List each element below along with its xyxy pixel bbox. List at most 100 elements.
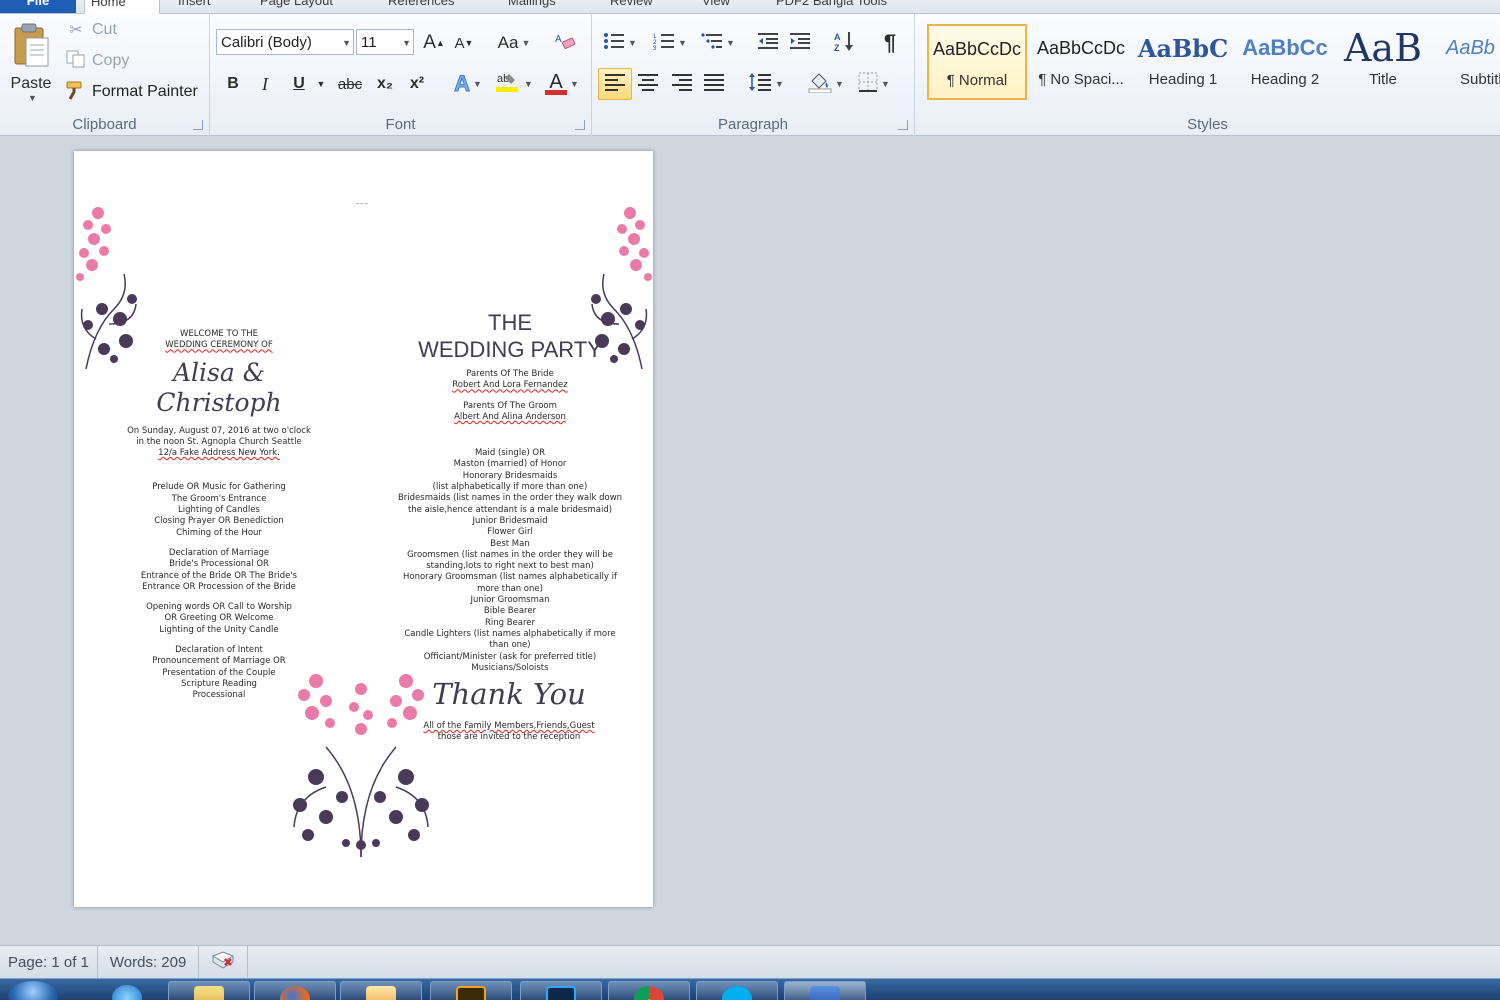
parents-line: Parents Of The Groom — [463, 400, 557, 411]
styles-group-label: Styles — [1187, 116, 1228, 133]
numbering-button[interactable]: 123 ▼ — [648, 29, 692, 57]
sort-button[interactable]: AZ — [830, 29, 858, 57]
align-left-icon — [604, 73, 626, 96]
multilevel-list-button[interactable]: ▼ — [698, 29, 738, 57]
subscript-button[interactable]: x₂ — [370, 70, 400, 98]
start-orb-icon[interactable] — [8, 981, 58, 1000]
increase-indent-button[interactable] — [786, 29, 814, 57]
tab-mailings[interactable]: Mailings — [502, 0, 582, 13]
tab-file[interactable]: File — [0, 0, 76, 13]
event-date-line-2: in the noon St. Agnopla Church Seattle — [136, 436, 302, 447]
bold-button[interactable]: B — [220, 70, 246, 98]
line-spacing-button[interactable]: ▼ — [746, 70, 786, 98]
program-item: Scripture Reading — [181, 678, 257, 689]
program-item: Declaration of Intent — [175, 645, 263, 656]
paste-button[interactable]: Paste ▼ — [6, 18, 56, 106]
taskbar-firefox[interactable] — [254, 981, 336, 1000]
eraser-icon: A — [554, 31, 576, 56]
parents-line: Robert And Lora Fernandez — [452, 380, 568, 391]
paragraph-group: ▼ 123 ▼ ▼ AZ ¶ ▼ ▼ ▼ Paragraph — [592, 14, 915, 136]
style-no-spacing[interactable]: AaBbCcDc ¶ No Spaci... — [1031, 24, 1131, 100]
tab-page-layout[interactable]: Page Layout — [254, 0, 358, 13]
taskbar-skype[interactable] — [696, 981, 778, 1000]
taskbar-chrome[interactable] — [608, 981, 690, 1000]
style-title-label: Title — [1369, 71, 1397, 88]
font-name-combo[interactable]: Calibri (Body) ▼ — [216, 29, 354, 55]
program-item: Entrance OR Procession of the Bride — [142, 581, 296, 592]
decrease-indent-button[interactable] — [754, 29, 782, 57]
text-effects-button[interactable]: A ▼ — [448, 70, 488, 98]
photoshop-icon — [546, 986, 576, 1000]
align-right-button[interactable] — [668, 70, 696, 98]
text-effects-icon: A — [454, 71, 471, 97]
justify-button[interactable] — [700, 70, 728, 98]
multilevel-list-icon — [701, 32, 723, 55]
document-page[interactable]: WELCOME TO THE WEDDING CEREMONY OF Alisa… — [74, 151, 653, 907]
clear-formatting-button[interactable]: A — [550, 29, 580, 57]
tab-pdf2-bangla-tools[interactable]: PDF2 Bangla Tools — [770, 0, 920, 13]
wedding-party-title-line-2: WEDDING PARTY — [418, 337, 602, 362]
style-heading-1[interactable]: AaBbC Heading 1 — [1133, 24, 1233, 100]
cut-button[interactable]: ✂ Cut — [64, 18, 117, 42]
copy-button[interactable]: Copy — [64, 49, 129, 73]
thank-you-section: Thank You All of the Family Members,Frie… — [404, 677, 614, 744]
font-size-combo[interactable]: 11 ▼ — [356, 29, 414, 55]
underline-dropdown[interactable]: ▼ — [314, 70, 328, 98]
strikethrough-button[interactable]: abc — [334, 70, 366, 98]
font-dialog-launcher[interactable] — [575, 120, 585, 130]
style-no-spacing-label: ¶ No Spaci... — [1038, 71, 1124, 88]
parents-line: Parents Of The Bride — [466, 369, 554, 379]
style-subtitle[interactable]: AaBb Subtitle — [1435, 24, 1500, 100]
taskbar-illustrator[interactable] — [430, 981, 512, 1000]
align-left-button[interactable] — [598, 68, 632, 100]
style-title[interactable]: AaB Title — [1333, 24, 1433, 100]
party-role-line: Junior Bridesmaid — [472, 515, 548, 526]
tab-view[interactable]: View — [696, 0, 748, 13]
shading-button[interactable]: ▼ — [804, 70, 848, 98]
program-item: Lighting of Candles — [178, 505, 260, 516]
grow-font-button[interactable]: A ▲ — [420, 29, 448, 57]
tab-references[interactable]: References — [382, 0, 480, 13]
align-center-button[interactable] — [634, 70, 662, 98]
format-painter-button[interactable]: Format Painter — [64, 80, 198, 104]
proofing-status-button[interactable] — [199, 945, 249, 979]
paragraph-dialog-launcher[interactable] — [898, 120, 908, 130]
numbered-list-icon: 123 — [653, 32, 675, 55]
clipboard-dialog-launcher[interactable] — [193, 120, 203, 130]
taskbar-photoshop[interactable] — [520, 981, 602, 1000]
line-spacing-icon — [748, 72, 772, 97]
party-role-line: standing,lots to right next to best man) — [426, 561, 594, 572]
shrink-font-button[interactable]: A ▼ — [450, 29, 478, 57]
paragraph-group-label: Paragraph — [717, 116, 789, 133]
bullets-button[interactable]: ▼ — [600, 29, 640, 57]
taskbar-file-explorer[interactable] — [168, 981, 250, 1000]
event-date-line-1: On Sunday, August 07, 2016 at two o'cloc… — [127, 425, 311, 436]
party-role-line: Officiant/Minister (ask for preferred ti… — [423, 651, 597, 662]
style-normal[interactable]: AaBbCcDc ¶ Normal — [927, 24, 1027, 100]
clipboard-group-label: Clipboard — [72, 116, 137, 133]
party-role-line: Junior Groomsman — [470, 595, 550, 606]
skype-icon — [722, 986, 752, 1000]
font-color-button[interactable]: A ▼ — [540, 70, 584, 98]
chevron-down-icon: ▼ — [28, 92, 37, 103]
text-highlight-button[interactable]: ab ▼ — [492, 70, 536, 98]
taskbar-paint[interactable] — [340, 981, 422, 1000]
party-role-line: the aisle,hence attendant is a male brid… — [407, 504, 613, 515]
tab-review[interactable]: Review — [604, 0, 674, 13]
party-role-line: Musicians/Soloists — [471, 662, 549, 673]
superscript-button[interactable]: x² — [402, 70, 432, 98]
show-hide-marks-button[interactable]: ¶ — [876, 29, 904, 57]
taskbar-word[interactable] — [784, 981, 866, 1000]
chrome-icon — [634, 986, 664, 1000]
change-case-button[interactable]: Aa ▼ — [494, 29, 534, 57]
program-item: Lighting of the Unity Candle — [159, 624, 279, 635]
page-count-status[interactable]: Page: 1 of 1 — [0, 945, 98, 979]
underline-button[interactable]: U — [286, 70, 312, 98]
taskbar-internet-explorer[interactable] — [86, 981, 168, 1000]
italic-button[interactable]: I — [252, 70, 278, 98]
style-heading-2[interactable]: AaBbCc Heading 2 — [1235, 24, 1335, 100]
tab-insert[interactable]: Insert — [172, 0, 232, 13]
word-count-status[interactable]: Words: 209 — [98, 945, 200, 979]
tab-home[interactable]: Home — [84, 0, 160, 14]
borders-button[interactable]: ▼ — [852, 70, 896, 98]
